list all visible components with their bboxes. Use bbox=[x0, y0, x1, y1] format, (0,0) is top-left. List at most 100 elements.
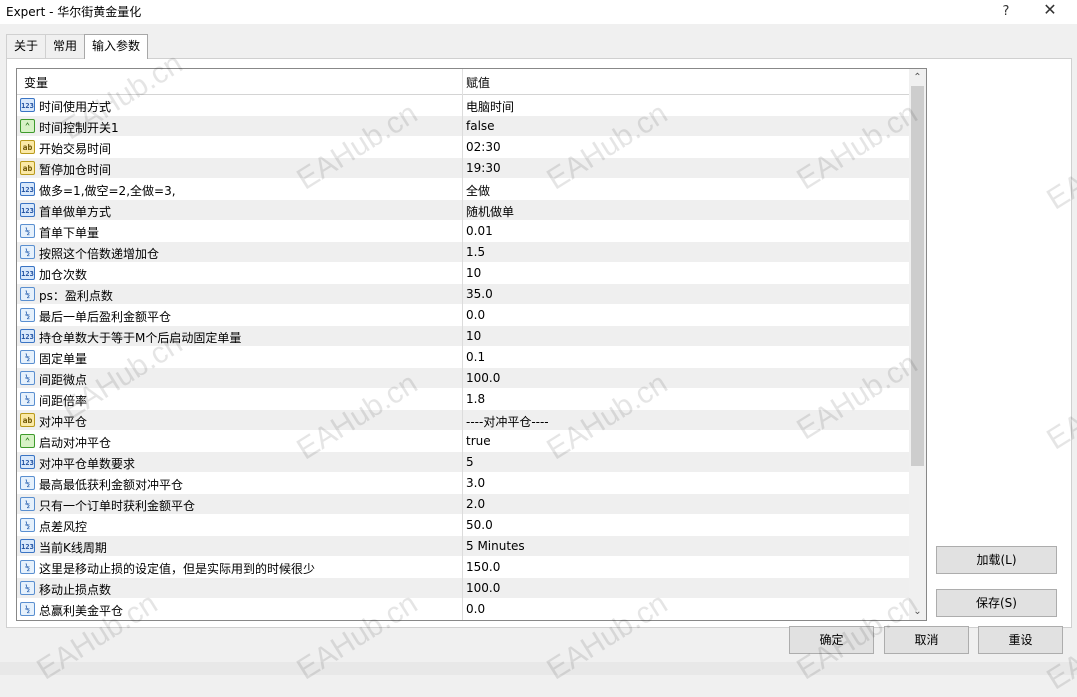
parameter-value[interactable]: 19:30 bbox=[466, 161, 501, 175]
parameter-value[interactable]: 100.0 bbox=[466, 581, 500, 595]
dbl-type-icon: ½ bbox=[20, 224, 35, 238]
parameter-value[interactable]: 1.8 bbox=[466, 392, 485, 406]
cell-divider bbox=[462, 200, 463, 221]
parameter-value[interactable]: true bbox=[466, 434, 491, 448]
column-header-variable[interactable]: 变量 bbox=[24, 74, 48, 91]
column-header-value[interactable]: 赋值 bbox=[466, 74, 490, 91]
dbl-type-icon: ½ bbox=[20, 287, 35, 301]
parameter-row[interactable]: 123 持仓单数大于等于M个后启动固定单量 10 bbox=[17, 326, 909, 347]
parameter-row[interactable]: ½ 间距倍率 1.8 bbox=[17, 389, 909, 410]
parameter-row[interactable]: 123 加仓次数 10 bbox=[17, 263, 909, 284]
bool-type-icon: ⌃ bbox=[20, 434, 35, 448]
parameter-value[interactable]: false bbox=[466, 119, 495, 133]
int-type-icon: 123 bbox=[20, 539, 35, 553]
parameter-name: 首单做单方式 bbox=[39, 205, 112, 219]
parameter-name: 对冲平仓 bbox=[39, 415, 88, 429]
parameter-value[interactable]: 2.0 bbox=[466, 497, 485, 511]
parameter-row[interactable]: ½ ps：盈利点数 35.0 bbox=[17, 284, 909, 305]
parameter-row[interactable]: 123 做多=1,做空=2,全做=3, 全做 bbox=[17, 179, 909, 200]
parameter-value[interactable]: 35.0 bbox=[466, 287, 493, 301]
reset-button[interactable]: 重设 bbox=[978, 626, 1063, 654]
parameter-row[interactable]: ½ 这里是移动止损的设定值，但是实际用到的时候很少 150.0 bbox=[17, 557, 909, 578]
parameter-value[interactable]: 0.0 bbox=[466, 308, 485, 322]
int-type-icon: 123 bbox=[20, 182, 35, 196]
parameter-name: 总赢利美金平仓 bbox=[39, 604, 124, 618]
parameter-value[interactable]: 50.0 bbox=[466, 518, 493, 532]
bool-type-icon: ⌃ bbox=[20, 119, 35, 133]
parameter-row[interactable]: ab 开始交易时间 02:30 bbox=[17, 137, 909, 158]
parameter-row[interactable]: ½ 总赢利美金平仓 0.0 bbox=[17, 599, 909, 620]
parameter-value[interactable]: 随机做单 bbox=[466, 203, 514, 220]
parameter-name: 这里是移动止损的设定值，但是实际用到的时候很少 bbox=[39, 562, 316, 576]
cancel-button[interactable]: 取消 bbox=[884, 626, 969, 654]
parameter-row[interactable]: 123 当前K线周期 5 Minutes bbox=[17, 536, 909, 557]
parameter-value[interactable]: 100.0 bbox=[466, 371, 500, 385]
scroll-down-icon[interactable]: ⌄ bbox=[909, 603, 926, 620]
parameter-value[interactable]: 3.0 bbox=[466, 476, 485, 490]
parameter-value[interactable]: 0.1 bbox=[466, 350, 485, 364]
parameter-row[interactable]: ⌃ 启动对冲平仓 true bbox=[17, 431, 909, 452]
cell-divider bbox=[462, 368, 463, 389]
dbl-type-icon: ½ bbox=[20, 308, 35, 322]
parameter-value[interactable]: 0.0 bbox=[466, 602, 485, 616]
load-button[interactable]: 加载(L) bbox=[936, 546, 1057, 574]
help-icon[interactable]: ? bbox=[996, 2, 1016, 22]
int-type-icon: 123 bbox=[20, 455, 35, 469]
cell-divider bbox=[462, 347, 463, 368]
parameter-name: 加仓次数 bbox=[39, 268, 88, 282]
cell-divider bbox=[462, 389, 463, 410]
parameter-value[interactable]: 全做 bbox=[466, 182, 490, 199]
dbl-type-icon: ½ bbox=[20, 476, 35, 490]
parameter-value[interactable]: ----对冲平仓---- bbox=[466, 413, 549, 430]
vertical-scrollbar[interactable]: ⌃ ⌄ bbox=[909, 69, 926, 620]
parameter-value[interactable]: 5 bbox=[466, 455, 474, 469]
parameter-row[interactable]: 123 时间使用方式 电脑时间 bbox=[17, 95, 909, 116]
parameter-name: 点差风控 bbox=[39, 520, 88, 534]
cell-divider bbox=[462, 494, 463, 515]
parameter-name: 时间控制开关1 bbox=[39, 121, 119, 135]
tab-inputs[interactable]: 输入参数 bbox=[84, 34, 149, 59]
parameter-name: 间距倍率 bbox=[39, 394, 88, 408]
parameter-value[interactable]: 1.5 bbox=[466, 245, 485, 259]
parameter-row[interactable]: ⌃ 时间控制开关1 false bbox=[17, 116, 909, 137]
parameter-value[interactable]: 10 bbox=[466, 329, 481, 343]
parameter-row[interactable]: ab 对冲平仓 ----对冲平仓---- bbox=[17, 410, 909, 431]
dbl-type-icon: ½ bbox=[20, 371, 35, 385]
parameter-row[interactable]: ½ 首单下单量 0.01 bbox=[17, 221, 909, 242]
parameter-name: 只有一个订单时获利金额平仓 bbox=[39, 499, 196, 513]
column-divider[interactable] bbox=[462, 69, 463, 95]
dbl-type-icon: ½ bbox=[20, 581, 35, 595]
parameter-row[interactable]: ½ 固定单量 0.1 bbox=[17, 347, 909, 368]
close-icon[interactable]: ✕ bbox=[1038, 0, 1062, 22]
cell-divider bbox=[462, 179, 463, 200]
parameter-row[interactable]: 123 对冲平仓单数要求 5 bbox=[17, 452, 909, 473]
cell-divider bbox=[462, 452, 463, 473]
parameter-row[interactable]: ½ 最高最低获利金额对冲平仓 3.0 bbox=[17, 473, 909, 494]
parameter-row[interactable]: ½ 最后一单后盈利金额平仓 0.0 bbox=[17, 305, 909, 326]
parameter-row[interactable]: ½ 间距微点 100.0 bbox=[17, 368, 909, 389]
tab-common[interactable]: 常用 bbox=[45, 34, 86, 58]
tab-about[interactable]: 关于 bbox=[6, 34, 47, 58]
parameter-row[interactable]: ab 暂停加仓时间 19:30 bbox=[17, 158, 909, 179]
parameter-row[interactable]: ½ 移动止损点数 100.0 bbox=[17, 578, 909, 599]
scroll-thumb[interactable] bbox=[911, 86, 924, 466]
parameter-row[interactable]: ½ 点差风控 50.0 bbox=[17, 515, 909, 536]
parameter-row[interactable]: ½ 只有一个订单时获利金额平仓 2.0 bbox=[17, 494, 909, 515]
parameter-value[interactable]: 150.0 bbox=[466, 560, 500, 574]
str-type-icon: ab bbox=[20, 140, 35, 154]
parameter-value[interactable]: 0.01 bbox=[466, 224, 493, 238]
parameter-row[interactable]: 123 首单做单方式 随机做单 bbox=[17, 200, 909, 221]
parameter-value[interactable]: 电脑时间 bbox=[466, 98, 514, 115]
cell-divider bbox=[462, 557, 463, 578]
parameter-name: 最后一单后盈利金额平仓 bbox=[39, 310, 172, 324]
scroll-up-icon[interactable]: ⌃ bbox=[909, 69, 926, 86]
save-button[interactable]: 保存(S) bbox=[936, 589, 1057, 617]
parameter-value[interactable]: 02:30 bbox=[466, 140, 501, 154]
parameter-value[interactable]: 5 Minutes bbox=[466, 539, 525, 553]
cell-divider bbox=[462, 116, 463, 137]
parameter-row[interactable]: ½ 按照这个倍数递增加仓 1.5 bbox=[17, 242, 909, 263]
str-type-icon: ab bbox=[20, 161, 35, 175]
parameter-value[interactable]: 10 bbox=[466, 266, 481, 280]
str-type-icon: ab bbox=[20, 413, 35, 427]
ok-button[interactable]: 确定 bbox=[789, 626, 874, 654]
